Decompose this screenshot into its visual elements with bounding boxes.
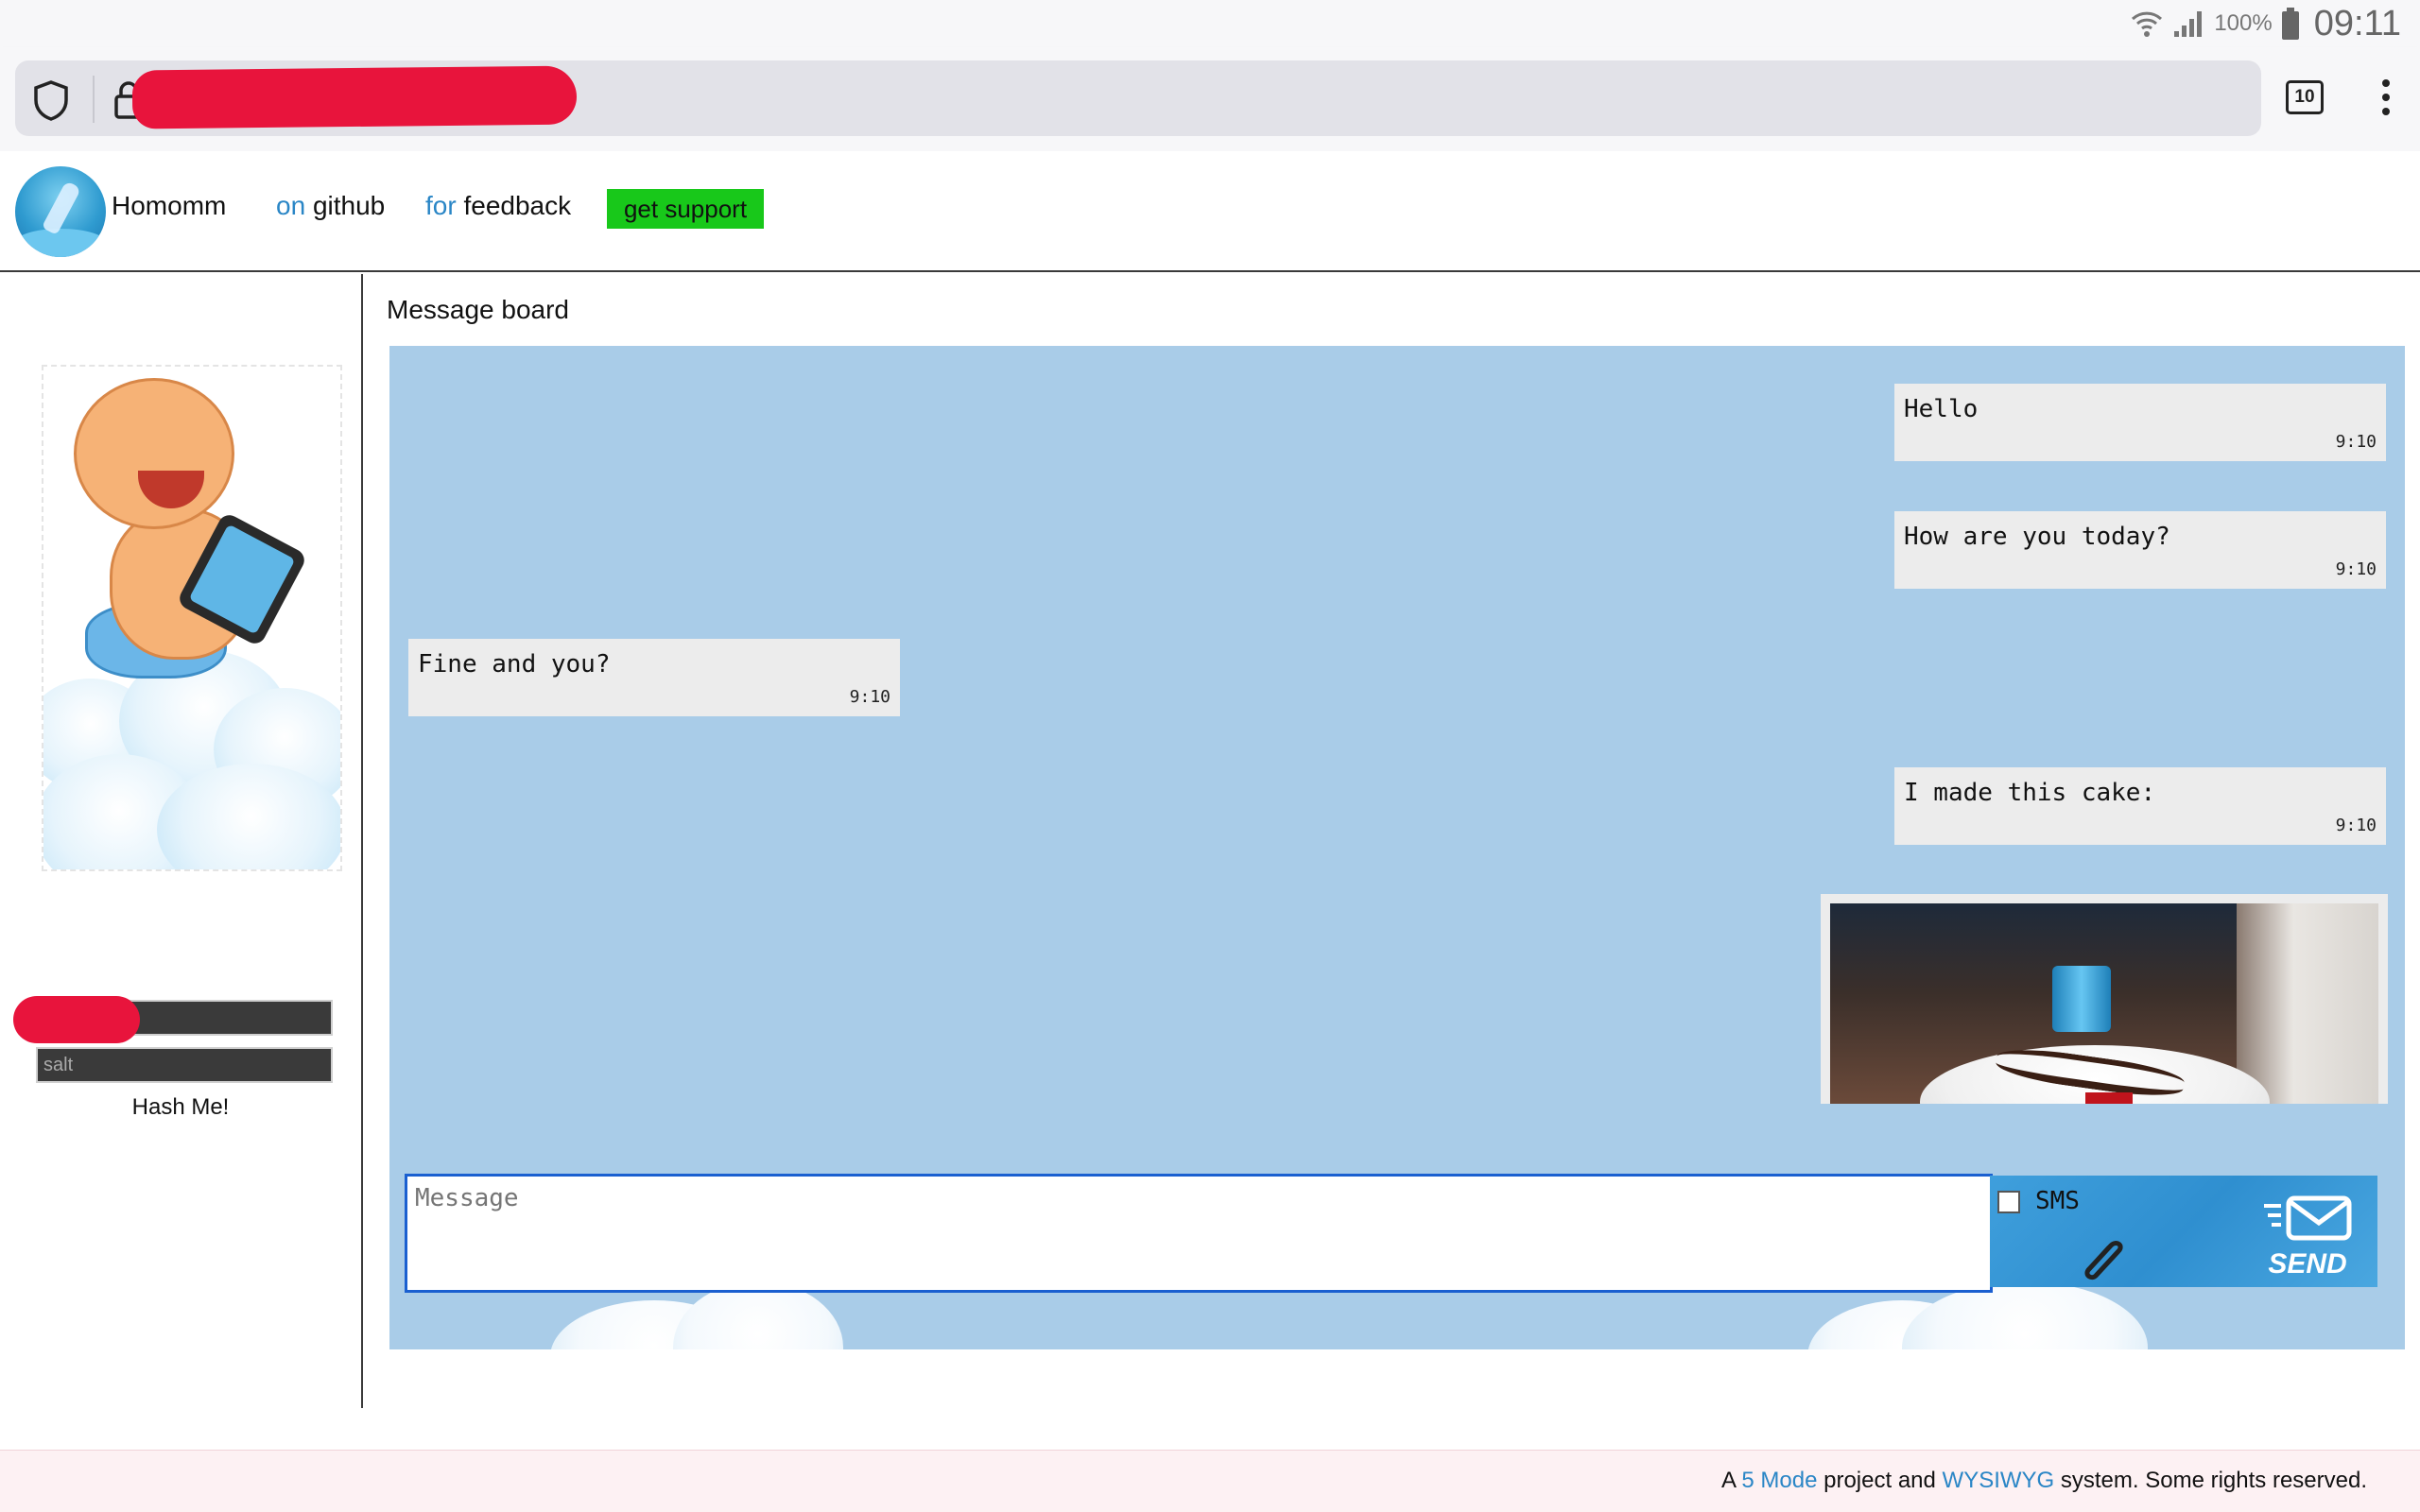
get-support-button[interactable]: get support <box>607 189 764 229</box>
image-message[interactable] <box>1821 894 2388 1104</box>
address-bar[interactable] <box>15 60 2261 136</box>
battery-percent: 100% <box>2214 10 2273 36</box>
message-time: 9:10 <box>2335 816 2377 835</box>
nav-github-link[interactable]: on github <box>276 191 385 221</box>
message-time: 9:10 <box>2335 559 2377 579</box>
message-text: Fine and you? <box>418 650 611 679</box>
redacted-url <box>131 65 578 129</box>
clock: 09:11 <box>2313 3 2401 43</box>
salt-input[interactable]: salt <box>36 1047 333 1083</box>
sidebar: salt Hash Me! <box>0 274 363 1408</box>
message-bubble: How are you today? 9:10 <box>1894 511 2386 589</box>
message-text: How are you today? <box>1904 523 2170 551</box>
browser-toolbar: 10 <box>0 47 2420 151</box>
page-title: Message board <box>387 295 570 324</box>
paperclip-icon[interactable] <box>2075 1228 2132 1286</box>
send-button[interactable]: SEND <box>2251 1194 2364 1280</box>
message-board: Hello 9:10 How are you today? 9:10 Fine … <box>389 346 2405 1349</box>
nav-feedback-link[interactable]: for feedback <box>425 191 571 221</box>
shield-icon[interactable] <box>32 79 70 126</box>
sms-checkbox[interactable] <box>1997 1191 2020 1213</box>
message-input[interactable] <box>405 1174 1993 1293</box>
message-time: 9:10 <box>2335 432 2377 452</box>
footer-text: A 5 Mode project and WYSIWYG system. Som… <box>1721 1468 2367 1493</box>
sms-label: SMS <box>2035 1187 2080 1215</box>
cake-photo[interactable] <box>1830 903 2378 1104</box>
send-panel: SMS SEND <box>1990 1176 2377 1287</box>
address-divider <box>93 76 95 123</box>
footer: A 5 Mode project and WYSIWYG system. Som… <box>0 1450 2420 1512</box>
wifi-icon <box>2131 9 2163 39</box>
kebab-menu-icon[interactable] <box>2375 74 2397 121</box>
message-bubble: Hello 9:10 <box>1894 384 2386 461</box>
message-bubble: I made this cake: 9:10 <box>1894 767 2386 845</box>
message-text: I made this cake: <box>1904 779 2156 807</box>
footer-link-5mode[interactable]: 5 Mode <box>1741 1468 1817 1493</box>
footer-link-wysiwyg[interactable]: WYSIWYG <box>1943 1468 2055 1493</box>
site-header: Homomm on github for feedback get suppor… <box>0 151 2420 272</box>
signal-icon <box>2172 9 2204 39</box>
send-label: SEND <box>2268 1248 2347 1280</box>
message-time: 9:10 <box>849 687 890 707</box>
redacted-name <box>13 996 140 1043</box>
logo[interactable] <box>15 166 106 257</box>
status-bar: 100% 09:11 <box>0 0 2420 47</box>
hash-me-button[interactable]: Hash Me! <box>38 1091 323 1125</box>
baby-illustration <box>42 365 342 871</box>
message-text: Hello <box>1904 395 1979 423</box>
tabs-counter-button[interactable]: 10 <box>2286 80 2324 114</box>
battery-icon <box>2281 8 2299 40</box>
send-envelope-icon <box>2260 1194 2355 1246</box>
brand-name[interactable]: Homomm <box>112 191 226 221</box>
message-bubble: Fine and you? 9:10 <box>408 639 900 716</box>
